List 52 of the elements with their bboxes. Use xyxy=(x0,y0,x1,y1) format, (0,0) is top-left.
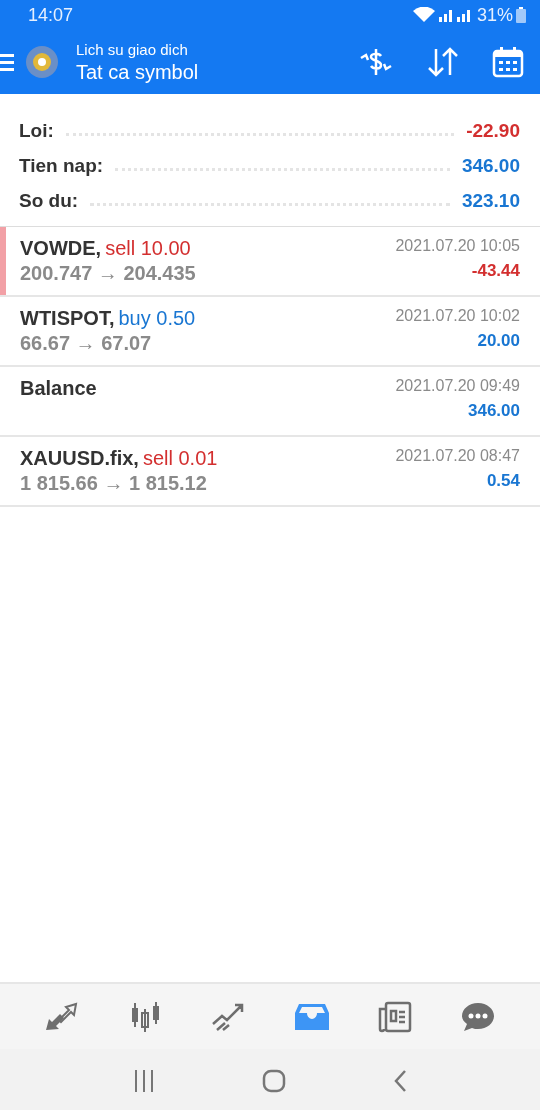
chat-bubble-icon xyxy=(461,1000,496,1033)
deal-type: sell 10.00 xyxy=(105,237,191,259)
deal-result: 20.00 xyxy=(476,331,520,351)
menu-button[interactable] xyxy=(0,52,14,72)
screen-title: Lich su giao dich xyxy=(76,40,189,58)
summary-label: So du: xyxy=(19,190,79,212)
inbox-tray-icon xyxy=(294,1001,329,1032)
screen-subtitle: Tat ca symbol xyxy=(76,60,200,84)
wifi-icon xyxy=(412,7,435,23)
newspaper-icon xyxy=(377,1000,412,1033)
summary-label: Loi: xyxy=(19,120,54,142)
deal-time: 2021.07.20 08:47 xyxy=(395,447,520,465)
calendar-icon xyxy=(492,46,524,78)
deal-time: 2021.07.20 10:02 xyxy=(395,307,520,325)
deal-row[interactable]: Balance 2021.07.20 09:49 346.00 xyxy=(0,367,540,437)
sort-button[interactable] xyxy=(426,46,460,78)
status-time: 14:07 xyxy=(28,4,74,26)
calendar-button[interactable] xyxy=(492,46,524,78)
deal-symbol: XAUUSD.fix, xyxy=(20,447,139,469)
summary-value: -22.90 xyxy=(466,120,520,142)
trend-line-icon xyxy=(211,1001,246,1032)
currency-button[interactable] xyxy=(358,46,394,78)
deal-prices: 1 815.66 → 1 815.12 xyxy=(20,472,208,495)
back-icon xyxy=(392,1068,407,1093)
battery-icon xyxy=(516,7,526,23)
dollar-exchange-icon xyxy=(358,46,394,78)
signal-icon xyxy=(438,8,473,22)
deal-symbol: VOWDE, xyxy=(20,237,102,259)
deal-result: 346.00 xyxy=(467,401,520,421)
deal-row[interactable]: XAUUSD.fix, sell 0.01 1 815.66 → 1 815.12 2021.07.20 08:47 0.54 xyxy=(0,437,540,507)
home-icon xyxy=(262,1068,286,1093)
battery-percent: 31% xyxy=(476,4,513,26)
summary-value: 323.10 xyxy=(461,190,520,212)
app-logo-icon xyxy=(24,44,60,80)
summary-label: Tien nap: xyxy=(19,155,104,177)
deal-result: -43.44 xyxy=(470,261,520,281)
deal-symbol: Balance xyxy=(20,377,97,399)
deal-row[interactable]: VOWDE, sell 10.00 200.747 → 204.435 2021.07.20 10:05 -43.44 xyxy=(0,227,540,297)
menu-icon xyxy=(0,52,14,72)
deal-time: 2021.07.20 10:05 xyxy=(395,237,520,255)
deal-type: sell 0.01 xyxy=(142,447,218,469)
deal-row[interactable]: WTISPOT, buy 0.50 66.67 → 67.07 2021.07.20 10:02 20.00 xyxy=(0,297,540,367)
deal-prices: 66.67 → 67.07 xyxy=(20,332,153,355)
deal-symbol: WTISPOT, xyxy=(20,307,115,329)
arrows-icon xyxy=(44,1001,79,1032)
deal-type: buy 0.50 xyxy=(118,307,196,329)
deal-time: 2021.07.20 09:49 xyxy=(395,377,520,395)
summary-value: 346.00 xyxy=(461,155,520,177)
recent-apps-icon xyxy=(133,1069,156,1092)
deal-prices: 200.747 → 204.435 xyxy=(20,262,197,285)
sort-arrows-icon xyxy=(426,46,460,78)
deal-result: 0.54 xyxy=(485,471,520,491)
